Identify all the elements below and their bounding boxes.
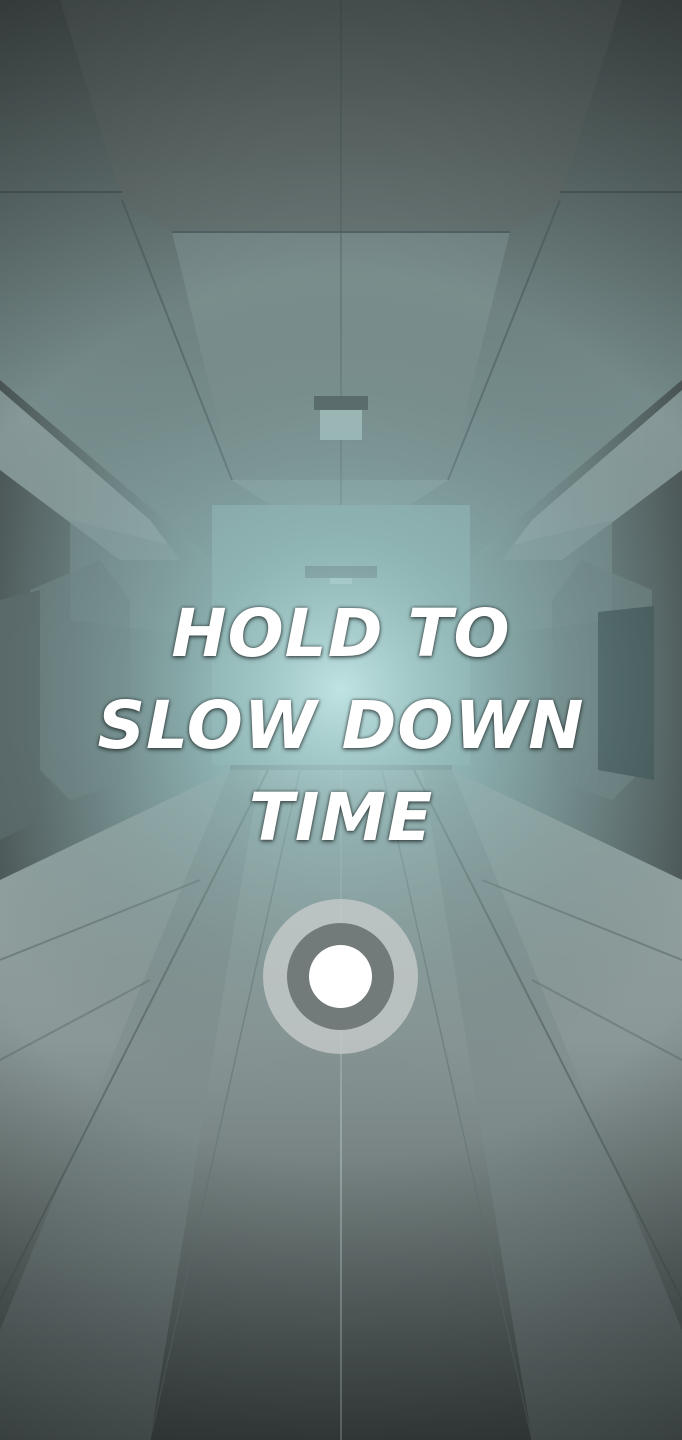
- hold-instruction: HOLD TO SLOW DOWN TIME: [0, 588, 682, 864]
- instruction-line-1: HOLD TO: [171, 595, 511, 672]
- instruction-line-3: TIME: [248, 779, 434, 856]
- game-screen[interactable]: HOLD TO SLOW DOWN TIME: [0, 0, 682, 1440]
- hold-circle-icon[interactable]: [263, 899, 418, 1054]
- hold-circle-dot: [309, 945, 372, 1008]
- instruction-line-2: SLOW DOWN: [97, 687, 585, 764]
